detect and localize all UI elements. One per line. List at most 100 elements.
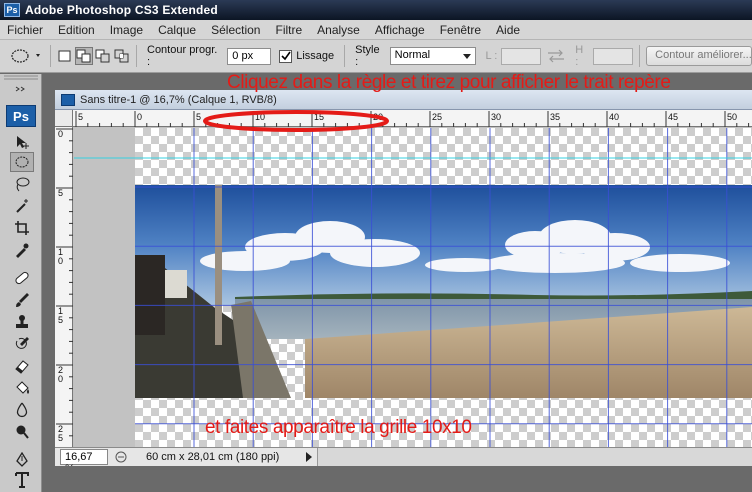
paint-bucket-tool[interactable] — [10, 378, 34, 398]
healing-brush-tool[interactable] — [10, 268, 34, 288]
new-selection-icon[interactable] — [57, 48, 73, 64]
menu-analyse[interactable]: Analyse — [310, 23, 368, 37]
toolbox: Ps — [0, 74, 42, 492]
lasso-tool[interactable] — [10, 174, 34, 194]
pen-tool[interactable] — [10, 450, 34, 470]
antialias-checkbox[interactable] — [279, 49, 293, 63]
lasso-icon — [16, 177, 30, 192]
move-tool[interactable] — [10, 132, 34, 152]
dodge-tool[interactable] — [10, 422, 34, 442]
menu-filtre[interactable]: Filtre — [268, 23, 310, 37]
canvas-area[interactable] — [74, 128, 752, 448]
ruler-label: 25 — [432, 112, 442, 122]
menu-calque[interactable]: Calque — [151, 23, 204, 37]
elliptical-marquee-icon — [11, 49, 40, 63]
eyedropper-icon — [16, 243, 29, 258]
ruler-label: 5 — [58, 188, 63, 198]
document-icon — [61, 93, 75, 106]
menu-edition[interactable]: Edition — [51, 23, 103, 37]
add-selection-icon[interactable] — [75, 47, 93, 65]
refine-edge-button[interactable]: Contour améliorer... — [646, 46, 752, 66]
status-menu-icon[interactable] — [114, 450, 128, 464]
bandage-icon — [15, 271, 29, 285]
type-icon — [15, 472, 29, 488]
menu-fichier[interactable]: Fichier — [0, 23, 51, 37]
ruler-label: 35 — [550, 112, 560, 122]
feather-input[interactable]: 0 px — [227, 47, 272, 65]
vertical-ruler-ticks: 0510152025 — [56, 128, 73, 449]
history-brush-tool[interactable] — [10, 334, 34, 354]
ellipse-marquee-icon — [15, 156, 29, 168]
blur-tool[interactable] — [10, 400, 34, 420]
magic-wand-icon — [16, 199, 28, 213]
photoshop-logo[interactable]: Ps — [6, 105, 36, 127]
width-label: L : — [485, 50, 498, 62]
feather-label: Contour progr. : — [147, 44, 218, 68]
checkmark-icon — [281, 51, 291, 61]
ruler-label: 0 — [137, 112, 142, 122]
subtract-selection-icon[interactable] — [95, 48, 111, 64]
annotation-top: Cliquez dans la règle et tirez pour affi… — [227, 72, 671, 93]
ruler-label: 0 — [58, 129, 63, 139]
cyan-guide-line[interactable] — [74, 157, 752, 159]
height-input[interactable] — [593, 47, 634, 65]
eyedropper-tool[interactable] — [10, 240, 34, 260]
horizontal-ruler[interactable]: 5 0 5 10 15 20 25 30 35 40 45 50 — [73, 110, 752, 127]
ruler-origin[interactable] — [55, 110, 73, 127]
swap-arrows-icon[interactable] — [545, 49, 567, 63]
ruler-label: 20 — [373, 112, 383, 122]
brush-tool[interactable] — [10, 290, 34, 310]
options-separator — [50, 45, 51, 67]
ruler-label: 50 — [727, 112, 737, 122]
eraser-icon — [15, 360, 29, 374]
menu-selection[interactable]: Sélection — [204, 23, 268, 37]
style-label: Style : — [355, 44, 380, 68]
tool-preset-picker[interactable] — [10, 47, 44, 65]
chevron-down-icon — [462, 54, 471, 59]
crop-tool[interactable] — [10, 218, 34, 238]
title-bar: Ps Adobe Photoshop CS3 Extended — [0, 0, 752, 20]
options-bar: Contour progr. : 0 px Lissage Style : No… — [0, 40, 752, 73]
ruler-label: 45 — [668, 112, 678, 122]
menu-bar: Fichier Edition Image Calque Sélection F… — [0, 20, 752, 40]
menu-aide[interactable]: Aide — [489, 23, 528, 37]
pen-icon — [16, 452, 28, 467]
menu-affichage[interactable]: Affichage — [368, 23, 433, 37]
horizontal-scrollbar[interactable] — [317, 448, 752, 466]
grid-overlay — [135, 128, 752, 448]
status-bar: 16,67 % 60 cm x 28,01 cm (180 ppi) — [55, 447, 752, 475]
magic-wand-tool[interactable] — [10, 196, 34, 216]
intersect-selection-icon[interactable] — [114, 48, 130, 64]
menu-image[interactable]: Image — [103, 23, 151, 37]
height-label: H : — [575, 44, 584, 68]
type-tool[interactable] — [10, 470, 34, 490]
clone-stamp-tool[interactable] — [10, 312, 34, 332]
stamp-icon — [16, 315, 28, 328]
crop-icon — [15, 221, 29, 235]
menu-fenetre[interactable]: Fenêtre — [433, 23, 489, 37]
status-play-arrow-icon[interactable] — [303, 450, 315, 464]
options-separator — [639, 45, 641, 67]
ruler-label: 5 — [78, 112, 83, 122]
style-select[interactable]: Normal — [389, 47, 476, 65]
width-input[interactable] — [501, 47, 542, 65]
ruler-label: 0 — [58, 374, 63, 384]
vertical-ruler[interactable]: 0510152025 — [55, 127, 73, 449]
options-separator — [344, 45, 346, 67]
ruler-label: 5 — [58, 433, 63, 443]
ruler-label: 15 — [314, 112, 324, 122]
zoom-input[interactable]: 16,67 % — [60, 449, 108, 475]
antialias-label: Lissage — [296, 50, 335, 62]
app-title: Adobe Photoshop CS3 Extended — [25, 3, 218, 17]
collapse-arrows-icon[interactable] — [14, 86, 28, 92]
brush-icon — [16, 293, 29, 307]
document-window: Sans titre-1 @ 16,7% (Calque 1, RVB/8) 5… — [55, 90, 752, 466]
document-size-info: 60 cm x 28,01 cm (180 ppi) — [146, 451, 280, 463]
eraser-tool[interactable] — [10, 356, 34, 376]
horizontal-ruler-ticks: 5 0 5 10 15 20 25 30 35 40 45 50 — [75, 111, 750, 127]
paint-bucket-icon — [16, 381, 29, 394]
ruler-label: 5 — [58, 315, 63, 325]
elliptical-marquee-tool[interactable] — [10, 152, 34, 172]
workspace-background — [55, 466, 752, 492]
toolbox-grip-icon[interactable] — [0, 74, 42, 82]
